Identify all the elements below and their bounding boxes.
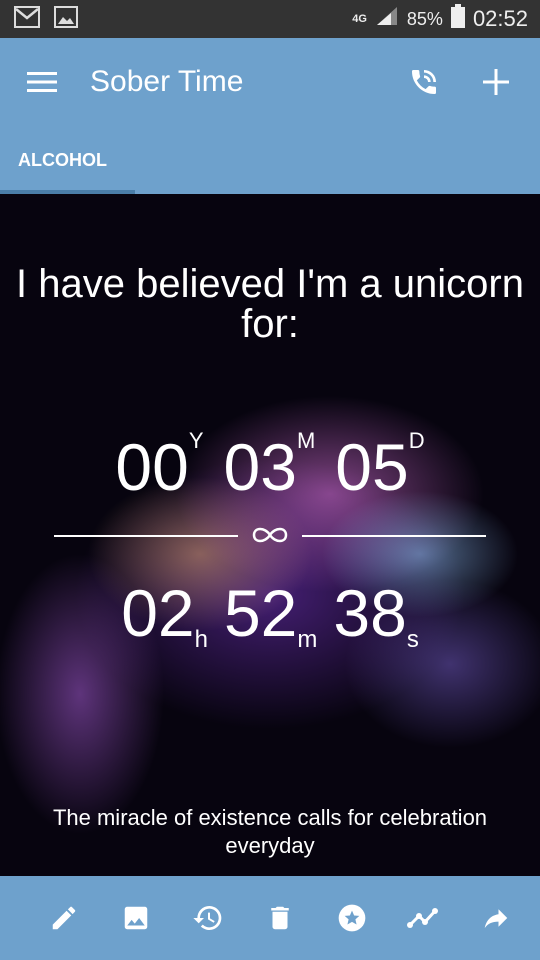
add-button[interactable] (470, 56, 522, 108)
menu-button[interactable] (14, 54, 70, 110)
statistics-button[interactable] (398, 892, 450, 944)
seconds-unit: s (406, 626, 419, 653)
status-bar: 4G 85% 02:52 (0, 0, 540, 38)
history-button[interactable] (182, 892, 234, 944)
motivational-quote: The miracle of existence calls for celeb… (52, 805, 488, 858)
bottom-action-bar (0, 876, 540, 960)
battery-icon (450, 4, 465, 34)
tab-bar: ALCOHOL (0, 126, 540, 194)
tab-alcohol[interactable]: ALCOHOL (0, 126, 135, 194)
call-button[interactable] (398, 56, 450, 108)
mail-icon (14, 5, 40, 33)
phone-call-icon (412, 70, 436, 94)
history-icon (193, 906, 222, 930)
hours-unit: h (194, 626, 208, 653)
app-title: Sober Time (90, 65, 244, 98)
years-value: 00 (115, 430, 189, 504)
divider-right (302, 535, 486, 537)
hours-value: 02 (121, 576, 195, 650)
time-counter: 02 h 52 m 38 s (0, 580, 540, 652)
counter-panel[interactable]: I have believed I'm a unicorn for: 00 Y … (0, 194, 540, 876)
image-icon (54, 5, 78, 33)
add-icon (483, 69, 509, 95)
delete-button[interactable] (254, 892, 306, 944)
chart-line-icon (407, 908, 438, 928)
signal-icon (375, 5, 399, 33)
delete-icon (271, 906, 289, 930)
app-bar: Sober Time (0, 38, 540, 126)
days-unit: D (408, 428, 425, 453)
months-value: 03 (223, 430, 297, 504)
months-unit: M (296, 428, 316, 453)
star-badge-icon (338, 904, 366, 932)
edit-button[interactable] (38, 892, 90, 944)
seconds-value: 38 (333, 576, 407, 650)
edit-icon (52, 906, 76, 930)
share-icon (484, 909, 508, 928)
minutes-value: 52 (223, 576, 298, 650)
menu-icon (27, 72, 57, 92)
divider-left (54, 535, 238, 537)
share-button[interactable] (470, 892, 522, 944)
minutes-unit: m (297, 626, 318, 653)
network-type: 4G (352, 13, 367, 25)
battery-percent: 85% (406, 8, 443, 29)
years-unit: Y (188, 428, 204, 453)
counter-headline: I have believed I'm a unicorn for: (16, 262, 524, 346)
achievements-button[interactable] (326, 892, 378, 944)
date-counter: 00 Y 03 M 05 D (0, 430, 540, 504)
days-value: 05 (335, 430, 409, 504)
background-image-button[interactable] (110, 892, 162, 944)
infinity-icon (252, 527, 288, 543)
image-icon (124, 906, 148, 930)
status-time: 02:52 (472, 6, 528, 31)
